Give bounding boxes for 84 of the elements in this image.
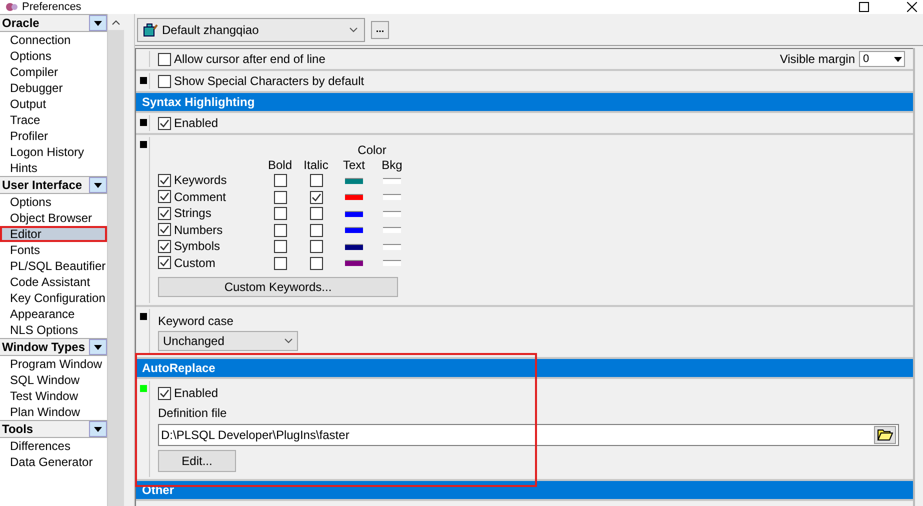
margin-field[interactable]: 0 — [859, 51, 905, 67]
margin-label: Visible margin — [780, 52, 855, 66]
app-icon — [6, 2, 18, 12]
color-swatch[interactable] — [383, 178, 401, 184]
checkbox[interactable]: Enabled — [158, 386, 218, 400]
collapse-button[interactable] — [89, 421, 107, 437]
color-swatch[interactable] — [345, 260, 363, 266]
checkbox[interactable]: Numbers — [158, 222, 223, 236]
close-icon[interactable] — [907, 2, 917, 12]
color-swatch[interactable] — [383, 194, 401, 200]
check-icon — [159, 174, 170, 186]
check-icon — [159, 208, 170, 218]
more-button[interactable]: ... — [371, 20, 389, 38]
section-header: Syntax Highlighting — [136, 93, 913, 113]
color-swatch[interactable] — [345, 194, 363, 200]
color-swatch[interactable] — [383, 244, 401, 250]
group-header: Window Types — [0, 338, 107, 356]
building-icon — [142, 22, 158, 36]
field-label: Definition file — [158, 406, 228, 420]
color-swatch[interactable] — [383, 260, 401, 266]
checkbox[interactable] — [274, 256, 286, 270]
group-header: Tools — [0, 420, 107, 438]
window-title: Preferences — [22, 1, 82, 13]
checkbox[interactable] — [274, 224, 286, 237]
checkbox[interactable] — [274, 174, 286, 188]
color-swatch[interactable] — [383, 210, 401, 217]
checkbox[interactable]: Show Special Characters by default — [158, 74, 364, 88]
checkbox[interactable]: Custom — [158, 256, 216, 270]
checkbox[interactable] — [274, 240, 286, 254]
caret-icon — [349, 26, 358, 32]
profile-select[interactable]: Default zhangqiao — [137, 18, 365, 42]
checkbox[interactable]: Strings — [158, 206, 212, 220]
checkbox[interactable] — [274, 190, 286, 204]
caret-icon — [894, 56, 902, 62]
checkbox[interactable]: Symbols — [158, 239, 220, 253]
checkbox[interactable]: Allow cursor after end of line — [158, 52, 326, 66]
scroll-up-button[interactable] — [108, 14, 124, 30]
checkbox[interactable] — [310, 256, 322, 270]
checkbox[interactable] — [310, 240, 322, 254]
sidebar-item[interactable]: Editor — [0, 226, 107, 242]
column-header: Bold — [268, 158, 292, 172]
check-icon — [159, 118, 170, 128]
edit-button[interactable]: Edit... — [158, 450, 236, 472]
caret-icon — [94, 182, 102, 188]
check-icon — [159, 257, 170, 268]
checkbox[interactable] — [310, 224, 322, 237]
column-header: Color — [358, 143, 386, 157]
checkbox[interactable] — [310, 190, 322, 204]
caret-icon — [94, 344, 102, 350]
checkbox[interactable] — [310, 174, 322, 188]
section-header: AutoReplace — [136, 359, 913, 379]
checkbox[interactable]: Keywords — [158, 173, 227, 187]
caret-icon — [94, 426, 102, 432]
group-header: User Interface — [0, 176, 107, 194]
field-label: Keyword case — [158, 314, 234, 328]
checkbox[interactable]: Comment — [158, 190, 226, 204]
check-icon — [159, 240, 170, 252]
keyword-case-select[interactable]: Unchanged — [158, 330, 298, 350]
check-icon — [159, 388, 170, 399]
group-header: Oracle — [0, 14, 107, 32]
column-header: Text — [342, 158, 365, 172]
caret-icon — [94, 20, 102, 26]
color-swatch[interactable] — [345, 227, 363, 234]
check-icon — [159, 191, 170, 202]
check-icon — [159, 224, 170, 235]
checkbox[interactable]: Enabled — [158, 116, 218, 130]
color-swatch[interactable] — [345, 178, 363, 184]
definition-file-field[interactable]: D:\PLSQL Developer\PlugIns\faster — [158, 424, 899, 446]
checkbox[interactable] — [274, 207, 286, 220]
color-swatch[interactable] — [345, 210, 363, 217]
collapse-button[interactable] — [89, 339, 107, 355]
color-swatch[interactable] — [383, 227, 401, 234]
check-icon — [310, 192, 322, 203]
collapse-button[interactable] — [89, 15, 107, 31]
folder-icon — [877, 428, 893, 442]
checkbox[interactable] — [310, 207, 322, 220]
color-swatch[interactable] — [345, 244, 363, 250]
custom-keywords-button[interactable]: Custom Keywords... — [158, 277, 398, 297]
collapse-button[interactable] — [89, 177, 107, 193]
column-header: Italic — [304, 158, 328, 172]
caret-icon — [284, 338, 293, 344]
column-header: Bkg — [382, 158, 402, 172]
browse-button[interactable] — [874, 426, 896, 444]
maximize-icon[interactable] — [859, 2, 869, 12]
